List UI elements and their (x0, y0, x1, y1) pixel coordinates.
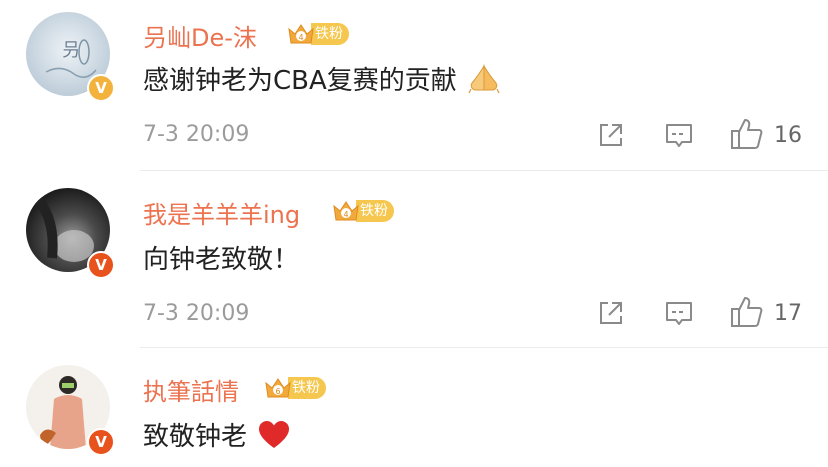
crown-icon: 6 (264, 375, 292, 401)
crown-icon: 4 (287, 21, 315, 47)
comment-actions: 16 (0, 116, 828, 156)
comment-item: 叧 V 叧屾De-沫 4 铁粉 感谢钟老为CBA复赛的贡献 7-3 20:09 (0, 0, 828, 170)
svg-text:4: 4 (298, 33, 303, 42)
verified-badge-icon: V (87, 74, 115, 102)
like-count: 17 (774, 301, 802, 326)
comment-item: V 我是羊羊羊ing 4 铁粉 向钟老致敬！ 7-3 20:09 17 (0, 171, 828, 347)
red-heart-emoji-icon (257, 419, 291, 451)
svg-text:叧: 叧 (62, 40, 80, 61)
comment-text: 感谢钟老为CBA复赛的贡献 (143, 60, 501, 97)
fan-badge-label: 铁粉 (356, 200, 394, 222)
username[interactable]: 执筆話情 (143, 372, 239, 407)
fan-badge-label: 铁粉 (311, 23, 349, 45)
share-icon[interactable] (594, 296, 628, 330)
username[interactable]: 叧屾De-沫 (143, 18, 257, 53)
share-icon[interactable] (594, 118, 628, 152)
comment-icon[interactable] (662, 118, 696, 152)
svg-text:4: 4 (343, 210, 348, 219)
like-count: 16 (774, 123, 802, 148)
comment-icon[interactable] (662, 296, 696, 330)
crown-icon: 4 (332, 198, 360, 224)
comment-item: V 执筆話情 6 铁粉 致敬钟老 (0, 348, 828, 467)
fan-badge[interactable]: 6 铁粉 (264, 375, 326, 401)
comment-actions: 17 (0, 294, 828, 334)
folded-hands-emoji-icon (467, 63, 501, 95)
svg-text:6: 6 (275, 387, 280, 396)
fan-badge-label: 铁粉 (288, 377, 326, 399)
fan-badge[interactable]: 4 铁粉 (287, 21, 349, 47)
username[interactable]: 我是羊羊羊ing (143, 195, 300, 230)
fan-badge[interactable]: 4 铁粉 (332, 198, 394, 224)
comment-text: 致敬钟老 (143, 416, 291, 453)
thumbs-up-icon[interactable] (729, 294, 763, 328)
thumbs-up-icon[interactable] (729, 116, 763, 150)
comment-text: 向钟老致敬！ (143, 245, 300, 275)
verified-badge-icon: V (87, 251, 115, 279)
verified-badge-icon: V (87, 428, 115, 456)
